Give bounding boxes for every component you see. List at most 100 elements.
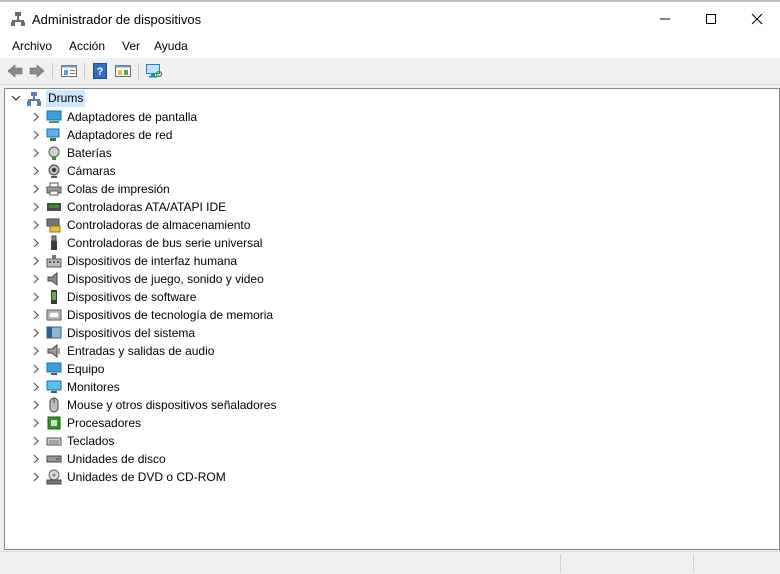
toolbar: ? (0, 58, 780, 85)
chevron-right-icon[interactable] (31, 130, 41, 140)
minimize-button[interactable] (642, 2, 688, 36)
chevron-right-icon[interactable] (31, 418, 41, 428)
tree-node-label: Dispositivos de interfaz humana (67, 254, 238, 268)
tree-node[interactable]: Unidades de disco (5, 450, 605, 468)
chevron-right-icon[interactable] (31, 112, 41, 122)
tree-node[interactable]: Dispositivos de software (5, 288, 605, 306)
tree-root-label: Drums (46, 90, 86, 107)
scan-hardware-icon (146, 64, 163, 78)
tree-node-label: Dispositivos de tecnología de memoria (67, 308, 274, 322)
scan-hardware-button[interactable] (144, 61, 164, 81)
ide-controller-icon (46, 199, 62, 215)
usb-icon (46, 235, 62, 251)
title-bar: Administrador de dispositivos (0, 0, 780, 36)
tree-node[interactable]: Procesadores (5, 414, 605, 432)
tree-node-label: Controladoras de almacenamiento (67, 218, 251, 232)
chevron-right-icon[interactable] (31, 202, 41, 212)
tree-node[interactable]: Dispositivos de interfaz humana (5, 252, 605, 270)
tree-node[interactable]: Adaptadores de red (5, 126, 605, 144)
tree-node[interactable]: Dispositivos del sistema (5, 324, 605, 342)
chevron-right-icon[interactable] (31, 292, 41, 302)
chevron-right-icon[interactable] (31, 436, 41, 446)
minimize-icon (660, 18, 670, 20)
tree-node[interactable]: Cámaras (5, 162, 605, 180)
back-button[interactable] (5, 61, 25, 81)
tree-node[interactable]: Entradas y salidas de audio (5, 342, 605, 360)
maximize-icon (706, 14, 716, 24)
svg-text:?: ? (97, 66, 104, 78)
tree-node[interactable]: Controladoras ATA/ATAPI IDE (5, 198, 605, 216)
tree-node[interactable]: Teclados (5, 432, 605, 450)
tree-node-label: Unidades de DVD o CD-ROM (67, 470, 226, 484)
network-adapter-icon (46, 127, 62, 143)
system-device-icon (46, 325, 62, 341)
camera-icon (46, 163, 62, 179)
help-button[interactable]: ? (90, 61, 110, 81)
tree-node[interactable]: Equipo (5, 360, 605, 378)
status-bar (0, 551, 780, 574)
mouse-icon (46, 397, 62, 413)
menu-ver[interactable]: Ver (122, 39, 140, 53)
tree-node[interactable]: Colas de impresión (5, 180, 605, 198)
close-button[interactable] (734, 2, 780, 36)
tree-node-label: Dispositivos de software (67, 290, 197, 304)
properties-icon (61, 65, 77, 77)
tree-node-label: Cámaras (67, 164, 116, 178)
details-button[interactable] (113, 61, 133, 81)
tree-node[interactable]: Unidades de DVD o CD-ROM (5, 468, 605, 486)
tree-node[interactable]: Mouse y otros dispositivos señaladores (5, 396, 605, 414)
chevron-right-icon[interactable] (31, 166, 41, 176)
tree-node[interactable]: Adaptadores de pantalla (5, 108, 605, 126)
chevron-right-icon[interactable] (31, 346, 41, 356)
tree-node[interactable]: Dispositivos de juego, sonido y video (5, 270, 605, 288)
tree-node-label: Baterías (67, 146, 112, 160)
chevron-right-icon[interactable] (31, 220, 41, 230)
computer-root-icon (26, 91, 42, 107)
battery-icon (46, 145, 62, 161)
chevron-right-icon[interactable] (31, 184, 41, 194)
chevron-right-icon[interactable] (31, 400, 41, 410)
tree-node[interactable]: Controladoras de almacenamiento (5, 216, 605, 234)
tree-node-label: Mouse y otros dispositivos señaladores (67, 398, 277, 412)
chevron-right-icon[interactable] (31, 274, 41, 284)
chevron-right-icon[interactable] (31, 310, 41, 320)
tree-node[interactable]: Baterías (5, 144, 605, 162)
chevron-right-icon[interactable] (31, 472, 41, 482)
sound-icon (46, 271, 62, 287)
chevron-right-icon[interactable] (31, 256, 41, 266)
chevron-right-icon[interactable] (31, 148, 41, 158)
chevron-right-icon[interactable] (31, 382, 41, 392)
chevron-down-icon[interactable] (11, 93, 21, 103)
printer-icon (46, 181, 62, 197)
chevron-right-icon[interactable] (31, 454, 41, 464)
chevron-right-icon[interactable] (31, 238, 41, 248)
menu-accion[interactable]: Acción (69, 39, 105, 53)
maximize-button[interactable] (688, 2, 734, 36)
status-separator (560, 554, 561, 572)
tree-node-label: Equipo (67, 362, 105, 376)
tree-node[interactable]: Dispositivos de tecnología de memoria (5, 306, 605, 324)
status-separator (693, 554, 694, 572)
tree-node-label: Adaptadores de pantalla (67, 110, 198, 124)
menu-archivo[interactable]: Archivo (12, 39, 52, 53)
device-tree[interactable]: Drums Adaptadores de pantalla Adaptadores… (4, 88, 780, 550)
tree-node-label: Dispositivos de juego, sonido y video (67, 272, 264, 286)
tree-node-label: Procesadores (67, 416, 142, 430)
forward-button[interactable] (27, 61, 47, 81)
chevron-right-icon[interactable] (31, 328, 41, 338)
chevron-right-icon[interactable] (31, 364, 41, 374)
monitor-icon (46, 379, 62, 395)
forward-icon (29, 64, 45, 78)
properties-button[interactable] (59, 61, 79, 81)
display-adapter-icon (46, 109, 62, 125)
tree-node-label: Controladoras ATA/ATAPI IDE (67, 200, 227, 214)
tree-root[interactable]: Drums (5, 90, 305, 108)
processor-icon (46, 415, 62, 431)
tree-node-label: Adaptadores de red (67, 128, 173, 142)
computer-icon (46, 361, 62, 377)
tree-node[interactable]: Controladoras de bus serie universal (5, 234, 605, 252)
tree-node[interactable]: Monitores (5, 378, 605, 396)
dvd-drive-icon (46, 469, 62, 485)
audio-io-icon (46, 343, 62, 359)
menu-ayuda[interactable]: Ayuda (154, 39, 188, 53)
